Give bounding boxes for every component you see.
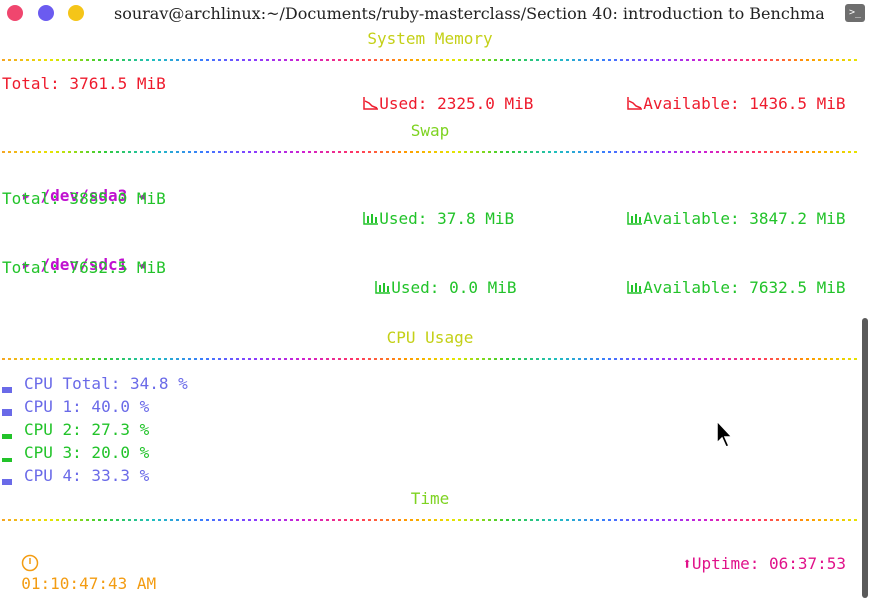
bar-chart-icon bbox=[627, 281, 643, 294]
cpu-divider bbox=[2, 358, 858, 360]
swap-divider bbox=[2, 151, 858, 153]
maximize-window-button[interactable] bbox=[68, 5, 84, 21]
window-titlebar: sourav@archlinux:~/Documents/ruby-master… bbox=[0, 0, 871, 28]
bar-chart-icon bbox=[363, 212, 379, 225]
area-chart-icon bbox=[363, 97, 379, 110]
arrow-up-icon: ⬆ bbox=[682, 554, 692, 573]
memory-total: Total: 3761.5 MiB bbox=[2, 74, 166, 93]
cpu-level-bar bbox=[2, 479, 12, 485]
cpu-level-bar bbox=[2, 387, 12, 393]
minimize-window-button[interactable] bbox=[38, 5, 54, 21]
swap-device-used: Used: 37.8 MiB bbox=[379, 209, 515, 228]
swap-device-used: Used: 0.0 MiB bbox=[391, 278, 517, 297]
mouse-cursor-icon bbox=[716, 419, 734, 448]
cpu-usage-label: CPU 4: 33.3 % bbox=[24, 466, 150, 485]
time-heading: Time bbox=[410, 489, 450, 508]
memory-available: Available: 1436.5 MiB bbox=[643, 94, 846, 113]
memory-used: Used: 2325.0 MiB bbox=[379, 94, 534, 113]
cpu-usage-label: CPU 1: 40.0 % bbox=[24, 397, 150, 416]
swap-device-available: Available: 7632.5 MiB bbox=[643, 278, 846, 297]
clock-icon bbox=[22, 554, 39, 572]
window-title: sourav@archlinux:~/Documents/ruby-master… bbox=[114, 4, 824, 23]
scrollbar[interactable] bbox=[862, 318, 868, 598]
cpu-level-bar bbox=[2, 409, 12, 416]
cpu-level-bar bbox=[2, 434, 12, 439]
memory-heading: System Memory bbox=[367, 29, 493, 48]
swap-device-total: Total: 3885.0 MiB bbox=[2, 189, 166, 208]
cpu-usage-label: CPU 3: 20.0 % bbox=[24, 443, 150, 462]
area-chart-icon bbox=[627, 97, 643, 110]
time-divider bbox=[2, 519, 858, 521]
memory-divider bbox=[2, 59, 858, 61]
clock-time: 01:10:47:43 AM bbox=[21, 574, 157, 593]
cpu-heading: CPU Usage bbox=[386, 328, 474, 347]
close-window-button[interactable] bbox=[7, 5, 23, 21]
swap-heading: Swap bbox=[410, 121, 450, 140]
bar-chart-icon bbox=[375, 281, 391, 294]
cpu-usage-label: CPU Total: 34.8 % bbox=[24, 374, 188, 393]
uptime-label: Uptime: 06:37:53 bbox=[691, 554, 847, 573]
terminal-icon[interactable]: >_ bbox=[845, 4, 865, 22]
swap-device-available: Available: 3847.2 MiB bbox=[643, 209, 846, 228]
cpu-level-bar bbox=[2, 458, 12, 462]
cpu-usage-label: CPU 2: 27.3 % bbox=[24, 420, 150, 439]
swap-device-total: Total: 7632.5 MiB bbox=[2, 258, 166, 277]
bar-chart-icon bbox=[627, 212, 643, 225]
